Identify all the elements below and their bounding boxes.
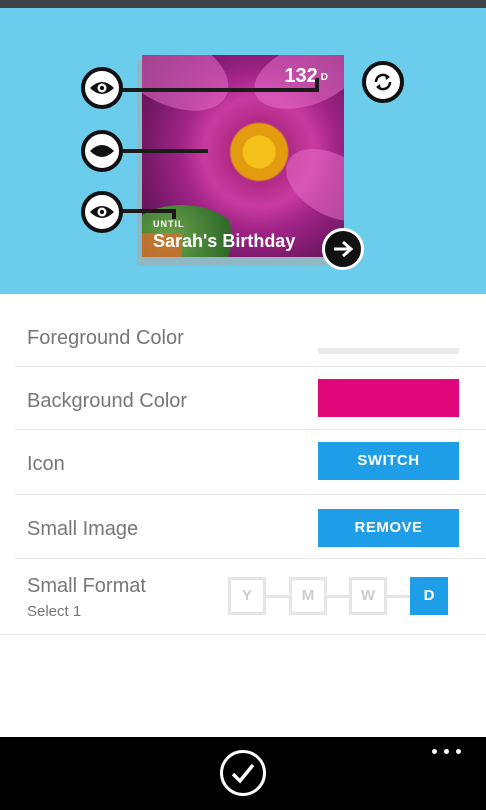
small-image-label: Small Image [27, 518, 139, 540]
icon-label: Icon [27, 453, 65, 475]
format-connector [386, 595, 410, 598]
connector-line-bottom-tick [172, 209, 176, 219]
connector-line-top-tick [315, 78, 319, 92]
until-label: UNTIL [153, 219, 185, 229]
days-count-unit: D [320, 72, 328, 83]
small-image-row: Small Image REMOVE [0, 494, 486, 558]
background-color-label: Background Color [27, 390, 188, 412]
background-color-swatch[interactable] [318, 379, 459, 417]
days-count: 132 D [284, 65, 328, 88]
background-color-row: Background Color [0, 366, 486, 429]
format-connector [326, 595, 350, 598]
eye-icon [90, 82, 114, 94]
dot [456, 749, 461, 754]
toggle-title-visibility-button[interactable] [81, 191, 123, 233]
dot [444, 749, 449, 754]
check-icon [231, 763, 255, 784]
dot [432, 749, 437, 754]
refresh-icon [374, 73, 392, 91]
status-strip [0, 0, 486, 8]
foreground-color-label: Foreground Color [27, 327, 184, 349]
small-format-label: Small Format [27, 575, 146, 597]
format-option-days[interactable]: D [410, 577, 448, 615]
more-dots-icon[interactable] [432, 747, 462, 755]
arrow-right-icon [334, 240, 354, 258]
connector-line-top [122, 88, 318, 92]
small-format-hint: Select 1 [27, 603, 82, 620]
petal-image-part [273, 134, 344, 236]
foreground-color-swatch[interactable] [318, 348, 459, 354]
connector-line-bottom [122, 209, 174, 213]
app-bar [0, 737, 486, 810]
format-option-weeks[interactable]: W [349, 577, 387, 615]
format-option-years[interactable]: Y [228, 577, 266, 615]
eye-closed-icon [90, 145, 114, 157]
toggle-image-visibility-button[interactable] [81, 130, 123, 172]
remove-small-image-button[interactable]: REMOVE [318, 509, 459, 547]
divider [0, 634, 486, 635]
icon-row: Icon SWITCH [0, 429, 486, 494]
switch-icon-button[interactable]: SWITCH [318, 442, 459, 480]
toggle-count-visibility-button[interactable] [81, 67, 123, 109]
next-button[interactable] [322, 228, 364, 270]
days-count-value: 132 [284, 65, 318, 87]
event-title: Sarah's Birthday [153, 231, 296, 251]
live-tile[interactable]: 132 D UNTIL Sarah's Birthday [142, 55, 344, 257]
confirm-button[interactable] [220, 750, 266, 796]
small-format-row: Small Format Select 1 Y M W D [0, 558, 486, 634]
connector-line-middle [122, 149, 208, 153]
tile-preview: 132 D UNTIL Sarah's Birthday [0, 8, 486, 294]
format-option-months[interactable]: M [289, 577, 327, 615]
eye-icon [90, 206, 114, 218]
format-connector [264, 595, 290, 598]
foreground-color-row: Foreground Color [0, 294, 486, 366]
refresh-button[interactable] [362, 61, 404, 103]
